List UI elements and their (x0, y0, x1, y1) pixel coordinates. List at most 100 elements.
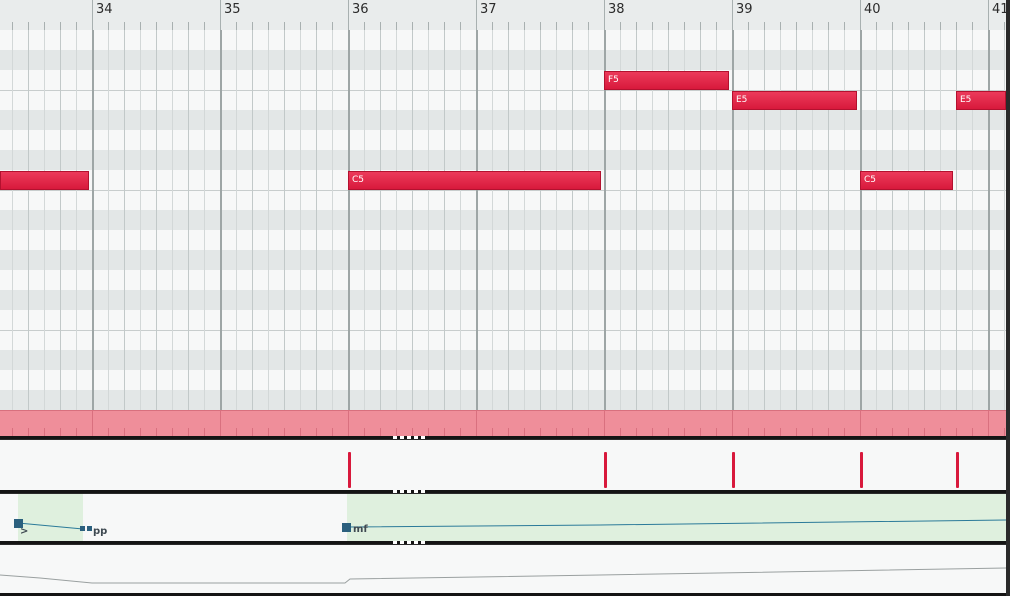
grid-line (828, 30, 829, 410)
grid-line (748, 30, 749, 410)
dynamics-handle[interactable] (342, 523, 351, 532)
controller-curve (0, 567, 1006, 584)
ruler-sub-tick (940, 22, 941, 30)
grid-line (732, 30, 734, 410)
ruler-sub-tick (892, 22, 893, 30)
ruler-sub-tick (172, 22, 173, 30)
resize-grip[interactable] (393, 490, 427, 493)
pitch-row (0, 230, 1006, 250)
ruler-sub-tick (924, 22, 925, 30)
ruler-bar-label: 40 (864, 2, 881, 17)
track-region-strip[interactable] (0, 410, 1006, 437)
ruler-sub-tick (300, 22, 301, 30)
pitch-row (0, 150, 1006, 170)
ruler-sub-tick (204, 22, 205, 30)
ruler-sub-tick (588, 22, 589, 30)
ruler-sub-tick (668, 22, 669, 30)
note-c5[interactable]: C5 (860, 171, 954, 190)
lane-divider[interactable] (0, 490, 1006, 493)
velocity-stem[interactable] (732, 452, 735, 488)
grid-line (252, 30, 253, 410)
ruler-sub-tick (460, 22, 461, 30)
grid-line (396, 30, 397, 410)
pitch-row (0, 70, 1006, 90)
velocity-stem[interactable] (604, 452, 607, 488)
ruler-sub-tick (156, 22, 157, 30)
strip-tick (604, 411, 605, 437)
piano-roll-grid[interactable]: C5 F5 E5 C5 E5 (0, 30, 1006, 410)
ruler-sub-tick (556, 22, 557, 30)
ruler-sub-tick (508, 22, 509, 30)
pitch-row (0, 210, 1006, 230)
timeline-ruler[interactable]: 34 35 36 37 38 39 40 41 (0, 0, 1009, 31)
ruler-sub-tick (492, 22, 493, 30)
note-c5[interactable]: C5 (348, 171, 602, 190)
grid-line (236, 30, 237, 410)
ruler-sub-tick (428, 22, 429, 30)
velocity-stem[interactable] (348, 452, 351, 488)
ruler-sub-tick (60, 22, 61, 30)
ruler-sub-tick (188, 22, 189, 30)
ruler-sub-tick (76, 22, 77, 30)
ruler-sub-tick (252, 22, 253, 30)
grid-line (876, 30, 877, 410)
dynamics-fill-region (347, 494, 1006, 541)
grid-line (908, 30, 909, 410)
grid-line (12, 30, 13, 410)
strip-tick (92, 411, 93, 437)
ruler-sub-tick (92, 22, 93, 30)
dynamics-handle[interactable] (87, 526, 92, 531)
dynamics-handle[interactable] (80, 526, 85, 531)
ruler-sub-tick (476, 22, 477, 30)
ruler-sub-tick (716, 22, 717, 30)
grid-line (956, 30, 957, 410)
pitch-row (0, 350, 1006, 370)
lane-divider[interactable] (0, 541, 1006, 544)
grid-line (924, 30, 925, 410)
piano-roll-editor: 34 35 36 37 38 39 40 41 C5 F5 E5 C5 E5 > pp mf (0, 0, 1010, 596)
note-c5[interactable] (0, 171, 90, 190)
resize-grip[interactable] (393, 541, 427, 544)
note-label: F5 (608, 75, 619, 85)
ruler-sub-tick (316, 22, 317, 30)
velocity-stem[interactable] (956, 452, 959, 488)
controller-curve-lane[interactable] (0, 545, 1006, 593)
grid-line (572, 30, 573, 410)
lane-divider[interactable] (0, 436, 1006, 439)
velocity-stem[interactable] (860, 452, 863, 488)
ruler-sub-tick (332, 22, 333, 30)
octave-separator (0, 190, 1006, 191)
ruler-sub-tick (284, 22, 285, 30)
ruler-bar-label: 34 (96, 2, 113, 17)
note-f5[interactable]: F5 (604, 71, 730, 90)
grid-line (860, 30, 862, 410)
dynamic-marking-accent: > (20, 526, 29, 537)
resize-grip[interactable] (393, 436, 427, 439)
pitch-row (0, 110, 1006, 130)
ruler-bar-label: 39 (736, 2, 753, 17)
ruler-sub-tick (764, 22, 765, 30)
velocity-lane[interactable] (0, 440, 1006, 490)
note-e5[interactable]: E5 (732, 91, 858, 110)
grid-line (220, 30, 222, 410)
grid-line (204, 30, 205, 410)
strip-tick (988, 411, 989, 437)
grid-line (892, 30, 893, 410)
grid-line (156, 30, 157, 410)
octave-separator (0, 330, 1006, 331)
dynamics-lane[interactable]: > pp mf (0, 494, 1006, 541)
grid-line (412, 30, 413, 410)
grid-line (1004, 30, 1005, 410)
strip-tick (732, 411, 733, 437)
note-e5[interactable]: E5 (956, 91, 1006, 110)
grid-line (76, 30, 77, 410)
ruler-sub-tick (220, 22, 221, 30)
grid-line (524, 30, 525, 410)
note-label: E5 (960, 95, 972, 105)
grid-line (188, 30, 189, 410)
ruler-sub-tick (604, 22, 605, 30)
pitch-row (0, 390, 1006, 410)
dynamics-curve (17, 494, 1006, 541)
grid-line (780, 30, 781, 410)
ruler-sub-tick (108, 22, 109, 30)
